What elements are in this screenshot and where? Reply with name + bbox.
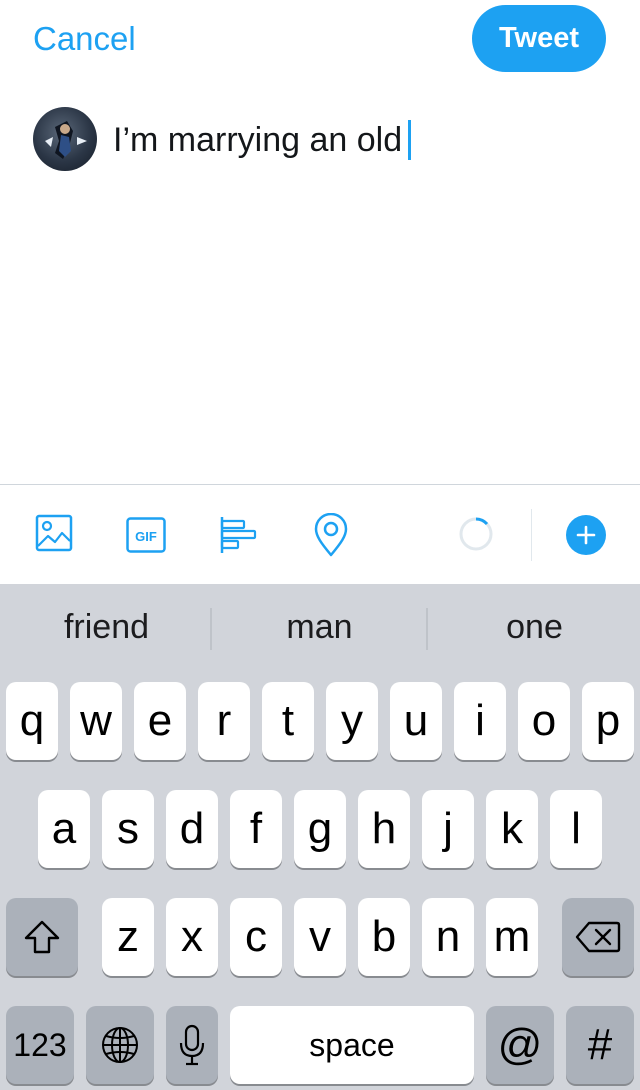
add-tweet-icon[interactable] [566, 515, 606, 555]
key-f[interactable]: f [230, 790, 282, 868]
at-key[interactable]: @ [486, 1006, 554, 1084]
key-d[interactable]: d [166, 790, 218, 868]
backspace-icon [575, 921, 621, 953]
image-icon[interactable] [35, 513, 73, 558]
key-w[interactable]: w [70, 682, 122, 760]
key-p[interactable]: p [582, 682, 634, 760]
keyboard: friend man one q w e r t y u i o p a s d… [0, 584, 640, 1090]
key-q[interactable]: q [6, 682, 58, 760]
key-m[interactable]: m [486, 898, 538, 976]
dictation-key[interactable] [166, 1006, 218, 1084]
key-i[interactable]: i [454, 682, 506, 760]
globe-key[interactable] [86, 1006, 154, 1084]
backspace-key[interactable] [562, 898, 634, 976]
key-u[interactable]: u [390, 682, 442, 760]
key-b[interactable]: b [358, 898, 410, 976]
suggestion-one[interactable]: one [428, 584, 640, 670]
text-cursor [408, 120, 412, 160]
key-o[interactable]: o [518, 682, 570, 760]
suggestion-man[interactable]: man [213, 584, 426, 670]
shift-icon [24, 920, 60, 954]
poll-icon[interactable] [219, 515, 259, 560]
key-a[interactable]: a [38, 790, 90, 868]
globe-icon [102, 1027, 138, 1063]
key-s[interactable]: s [102, 790, 154, 868]
character-count-ring-icon [457, 515, 495, 558]
location-icon[interactable] [313, 512, 349, 562]
tweet-button[interactable]: Tweet [472, 5, 606, 72]
key-v[interactable]: v [294, 898, 346, 976]
cancel-button[interactable]: Cancel [33, 20, 136, 58]
key-t[interactable]: t [262, 682, 314, 760]
key-e[interactable]: e [134, 682, 186, 760]
key-y[interactable]: y [326, 682, 378, 760]
key-l[interactable]: l [550, 790, 602, 868]
key-g[interactable]: g [294, 790, 346, 868]
compose-toolbar: GIF [0, 484, 640, 584]
key-h[interactable]: h [358, 790, 410, 868]
gif-label: GIF [135, 529, 157, 544]
tweet-compose-text: I’m marrying an old [113, 121, 403, 159]
key-j[interactable]: j [422, 790, 474, 868]
hash-key[interactable]: # [566, 1006, 634, 1084]
gif-icon[interactable]: GIF [126, 517, 166, 558]
suggestion-friend[interactable]: friend [0, 584, 213, 670]
key-n[interactable]: n [422, 898, 474, 976]
key-c[interactable]: c [230, 898, 282, 976]
suggestion-divider [210, 608, 212, 650]
key-z[interactable]: z [102, 898, 154, 976]
key-x[interactable]: x [166, 898, 218, 976]
space-key[interactable]: space [230, 1006, 474, 1084]
key-k[interactable]: k [486, 790, 538, 868]
numbers-key[interactable]: 123 [6, 1006, 74, 1084]
toolbar-divider [531, 509, 532, 561]
shift-key[interactable] [6, 898, 78, 976]
key-r[interactable]: r [198, 682, 250, 760]
avatar [33, 107, 97, 171]
microphone-icon [179, 1024, 205, 1066]
tweet-compose-field[interactable]: I’m marrying an old [113, 118, 412, 162]
